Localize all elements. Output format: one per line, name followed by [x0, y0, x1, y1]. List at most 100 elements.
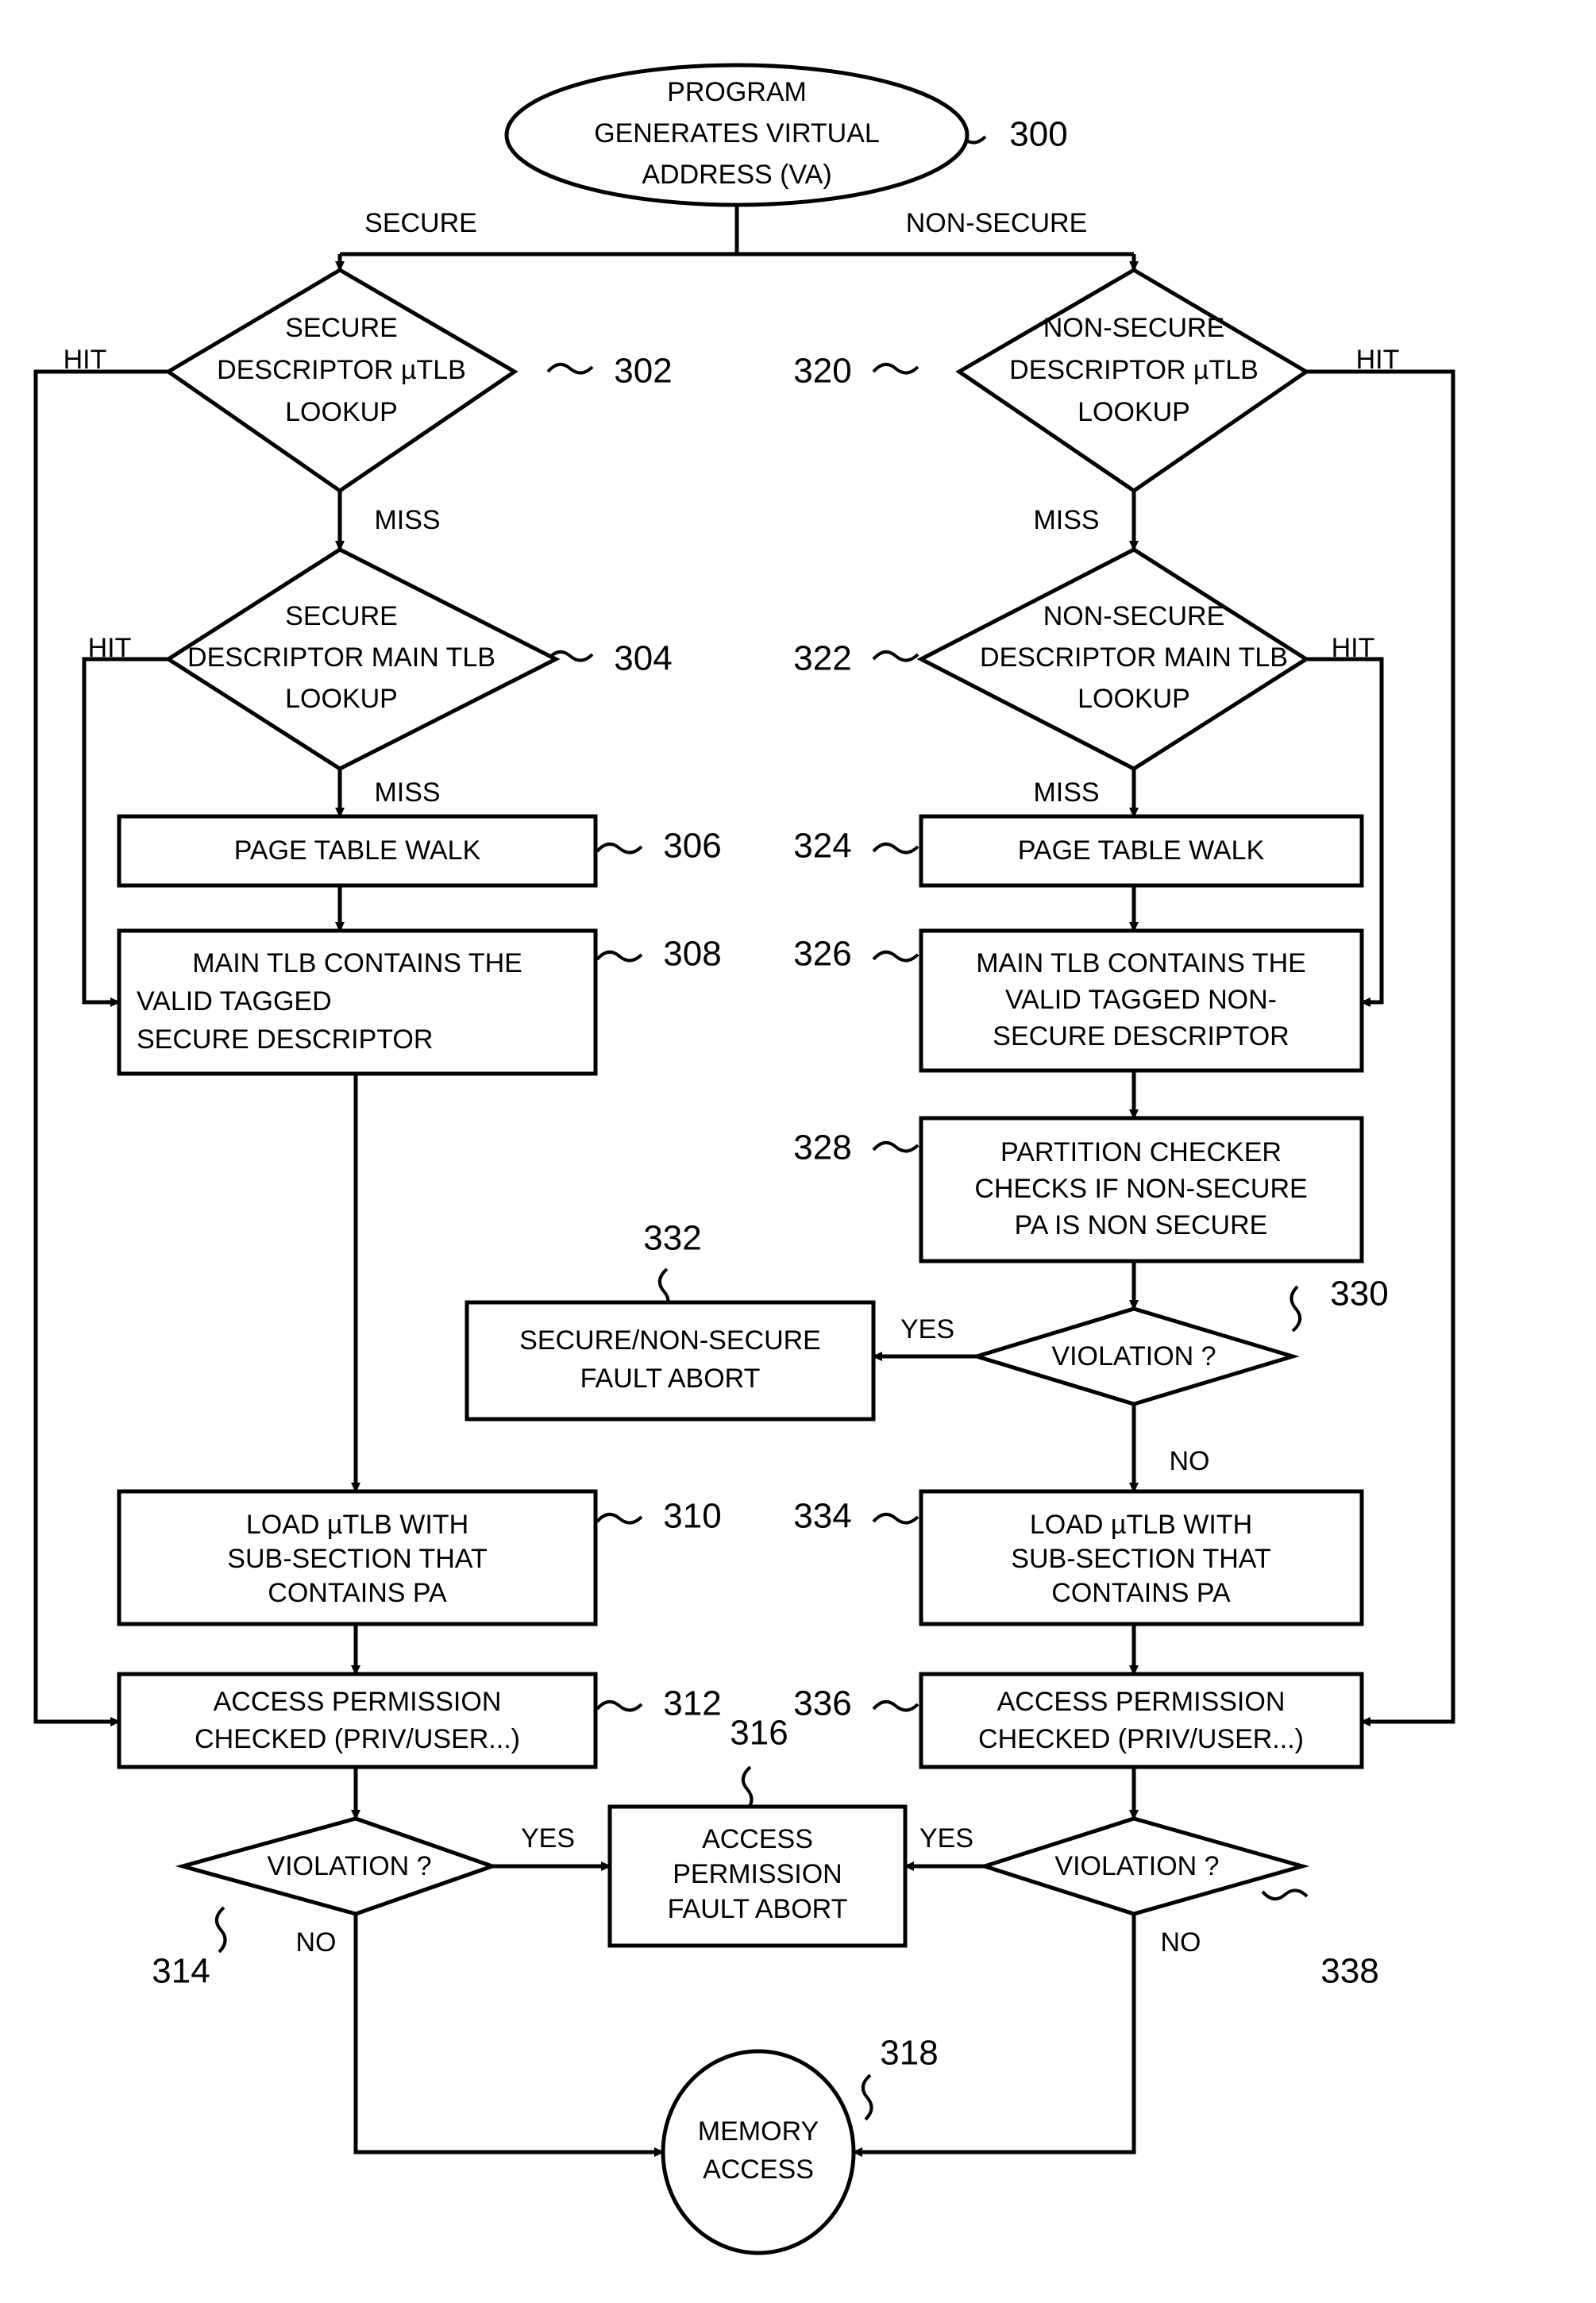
node-328-line-1: PARTITION CHECKER	[1000, 1137, 1282, 1167]
node-302-line-2: DESCRIPTOR µTLB	[217, 355, 466, 385]
leader-312	[596, 1699, 643, 1712]
node-312-line-1: ACCESS PERMISSION	[214, 1687, 502, 1717]
node-310-line-1: LOAD µTLB WITH	[246, 1510, 468, 1540]
ref-number-328: 328	[793, 1128, 851, 1167]
edge-label-no-330: NO	[1170, 1446, 1210, 1476]
ref-number-308: 308	[663, 935, 721, 974]
edge-label-yes-314: YES	[521, 1823, 575, 1854]
leader-302	[546, 362, 594, 375]
node-316-access-permission-fault-abort[interactable]: ACCESS PERMISSION FAULT ABORT	[607, 1804, 908, 1948]
ref-number-322: 322	[793, 639, 851, 678]
edge-label-hit-right-main: HIT	[1332, 633, 1375, 663]
node-336-line-2: CHECKED (PRIV/USER...)	[978, 1724, 1304, 1754]
node-start-program-generates-va[interactable]: PROGRAM GENERATES VIRTUAL ADDRESS (VA)	[504, 63, 970, 207]
node-308-line-3: SECURE DESCRIPTOR	[137, 1024, 433, 1055]
node-316-line-2: PERMISSION	[673, 1859, 842, 1889]
ref-number-312: 312	[663, 1684, 721, 1723]
node-312-line-2: CHECKED (PRIV/USER...)	[195, 1724, 520, 1754]
node-334-line-1: LOAD µTLB WITH	[1030, 1510, 1252, 1540]
node-322-line-3: LOOKUP	[1077, 684, 1190, 714]
node-318-line-1: MEMORY	[698, 2116, 819, 2147]
ref-number-304: 304	[614, 639, 672, 678]
leader-326	[872, 950, 919, 962]
node-310-load-utlb-with-subsection-that-contains-pa[interactable]: LOAD µTLB WITH SUB-SECTION THAT CONTAINS…	[117, 1489, 598, 1626]
node-304-secure-descriptor-main-tlb-lookup[interactable]: SECURE DESCRIPTOR MAIN TLB LOOKUP	[164, 547, 561, 771]
ref-number-326: 326	[793, 935, 851, 974]
ref-number-306: 306	[663, 827, 721, 866]
leader-318	[861, 2073, 873, 2121]
node-328-partition-checker-checks-if-non-secure-pa-is-non-secure[interactable]: PARTITION CHECKER CHECKS IF NON-SECURE P…	[919, 1116, 1364, 1263]
node-328-line-2: CHECKS IF NON-SECURE	[974, 1174, 1307, 1204]
edge-label-miss-left-utlb: MISS	[374, 505, 440, 535]
node-308-line-1: MAIN TLB CONTAINS THE	[192, 948, 522, 978]
edge-314-no-to-318	[353, 1914, 665, 2157]
node-308-main-tlb-contains-valid-tagged-secure-descriptor[interactable]: MAIN TLB CONTAINS THE VALID TAGGED SECUR…	[117, 928, 598, 1076]
node-320-line-3: LOOKUP	[1077, 397, 1190, 427]
leader-314	[214, 1906, 227, 1954]
node-332-line-1: SECURE/NON-SECURE	[519, 1325, 821, 1356]
ref-number-332: 332	[643, 1219, 701, 1258]
ref-number-324: 324	[793, 827, 851, 866]
node-322-non-secure-descriptor-main-tlb-lookup[interactable]: NON-SECURE DESCRIPTOR MAIN TLB LOOKUP	[916, 547, 1310, 771]
edge-label-hit-left-main: HIT	[88, 633, 132, 663]
node-334-line-3: CONTAINS PA	[1051, 1578, 1231, 1608]
ref-number-336: 336	[793, 1684, 851, 1723]
node-304-line-3: LOOKUP	[285, 684, 398, 714]
node-316-line-3: FAULT ABORT	[668, 1894, 848, 1924]
leader-322	[872, 650, 919, 662]
node-304-line-1: SECURE	[285, 601, 398, 631]
node-312-access-permission-checked[interactable]: ACCESS PERMISSION CHECKED (PRIV/USER...)	[117, 1672, 598, 1769]
node-302-secure-descriptor-utlb-lookup[interactable]: SECURE DESCRIPTOR µTLB LOOKUP	[164, 268, 519, 494]
node-314-violation[interactable]: VIOLATION ?	[175, 1816, 499, 1916]
node-306-line-1: PAGE TABLE WALK	[234, 835, 481, 866]
node-334-load-utlb-with-subsection-that-contains-pa[interactable]: LOAD µTLB WITH SUB-SECTION THAT CONTAINS…	[919, 1489, 1364, 1626]
edge-label-non-secure: NON-SECURE	[906, 208, 1088, 238]
node-336-line-1: ACCESS PERMISSION	[997, 1687, 1286, 1717]
node-322-line-2: DESCRIPTOR MAIN TLB	[980, 642, 1288, 673]
leader-308	[596, 950, 643, 962]
edge-label-hit-right-utlb: HIT	[1356, 345, 1400, 375]
edge-label-no-338: NO	[1161, 1927, 1201, 1958]
figure-canvas: PROGRAM GENERATES VIRTUAL ADDRESS (VA) 3…	[0, 0, 1596, 2303]
node-336-access-permission-checked[interactable]: ACCESS PERMISSION CHECKED (PRIV/USER...)	[919, 1672, 1364, 1769]
leader-306	[596, 842, 643, 854]
node-338-violation[interactable]: VIOLATION ?	[977, 1816, 1310, 1916]
node-332-secure-non-secure-fault-abort[interactable]: SECURE/NON-SECURE FAULT ABORT	[465, 1300, 876, 1422]
ref-number-314: 314	[152, 1952, 210, 1991]
flowchart-svg: PROGRAM GENERATES VIRTUAL ADDRESS (VA) 3…	[33, 63, 1455, 2255]
leader-336	[872, 1699, 919, 1712]
node-314-line-1: VIOLATION ?	[267, 1851, 431, 1881]
node-320-line-2: DESCRIPTOR µTLB	[1009, 355, 1259, 385]
node-320-non-secure-descriptor-utlb-lookup[interactable]: NON-SECURE DESCRIPTOR µTLB LOOKUP	[955, 268, 1310, 494]
node-324-page-table-walk[interactable]: PAGE TABLE WALK	[919, 814, 1364, 888]
edge-label-yes-330: YES	[900, 1314, 954, 1344]
node-326-line-3: SECURE DESCRIPTOR	[993, 1021, 1289, 1051]
edge-label-no-314: NO	[296, 1927, 337, 1958]
node-332-line-2: FAULT ABORT	[580, 1364, 761, 1394]
leader-320	[872, 362, 919, 375]
node-338-line-1: VIOLATION ?	[1054, 1851, 1219, 1881]
leader-330	[1290, 1285, 1302, 1333]
ref-number-338: 338	[1320, 1952, 1378, 1991]
edge-label-hit-left-utlb: HIT	[64, 345, 107, 375]
edge-label-miss-right-utlb: MISS	[1033, 505, 1099, 535]
node-310-line-3: CONTAINS PA	[268, 1578, 447, 1608]
leader-324	[872, 842, 919, 854]
node-326-main-tlb-contains-valid-tagged-non-secure-descriptor[interactable]: MAIN TLB CONTAINS THE VALID TAGGED NON- …	[919, 928, 1364, 1073]
node-306-page-table-walk[interactable]: PAGE TABLE WALK	[117, 814, 598, 888]
ref-number-330: 330	[1330, 1275, 1388, 1314]
node-330-violation[interactable]: VIOLATION ?	[970, 1306, 1300, 1406]
node-322-line-1: NON-SECURE	[1043, 601, 1225, 631]
node-324-line-1: PAGE TABLE WALK	[1018, 835, 1265, 866]
leader-334	[872, 1512, 919, 1525]
ref-number-316: 316	[730, 1714, 788, 1753]
leader-328	[872, 1140, 919, 1153]
node-326-line-1: MAIN TLB CONTAINS THE	[976, 948, 1306, 978]
node-318-memory-access[interactable]: MEMORY ACCESS	[661, 2049, 856, 2255]
ref-number-310: 310	[663, 1497, 721, 1536]
node-308-line-2: VALID TAGGED	[137, 986, 332, 1016]
node-302-line-1: SECURE	[285, 313, 398, 343]
node-328-line-3: PA IS NON SECURE	[1015, 1210, 1268, 1240]
node-302-line-3: LOOKUP	[285, 397, 398, 427]
node-304-line-2: DESCRIPTOR MAIN TLB	[187, 642, 495, 673]
